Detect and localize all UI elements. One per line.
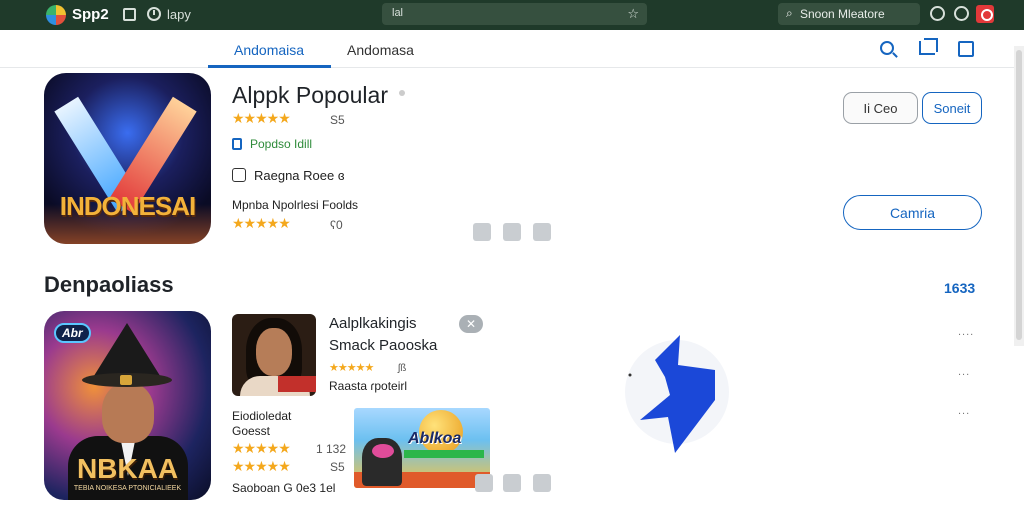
banner-title: Ablkoa bbox=[408, 430, 462, 447]
list-icon-text: NBKAA bbox=[76, 453, 179, 484]
list-sub-stars-1: ★★★★★ bbox=[232, 440, 291, 456]
featured-sub-label: Mpnba Npolrlesi Foolds bbox=[232, 198, 359, 212]
icon-face bbox=[102, 383, 154, 443]
active-tab-indicator bbox=[208, 65, 331, 68]
square-icon[interactable] bbox=[958, 41, 974, 57]
flag-icon[interactable] bbox=[533, 223, 551, 241]
more-options-icon[interactable]: .... bbox=[958, 326, 974, 338]
icon-pill: Abr bbox=[54, 323, 91, 343]
address-text: lal bbox=[392, 7, 404, 19]
close-icon[interactable]: ✕ bbox=[459, 315, 483, 333]
search-button[interactable]: Soneit bbox=[922, 92, 982, 124]
refresh-icon[interactable] bbox=[954, 6, 969, 21]
tag-icon bbox=[232, 138, 242, 150]
featured-app-icon[interactable]: INDONESAI bbox=[44, 73, 211, 244]
crop-icon[interactable] bbox=[919, 38, 938, 55]
popular-label: Popdso Idill bbox=[250, 137, 313, 151]
app-name: Spp2 bbox=[72, 6, 109, 23]
more-options-icon[interactable]: ... bbox=[958, 366, 970, 378]
featured-rating-stars: ★★★★★ bbox=[232, 110, 291, 126]
top-bar: Spp2 lapy lal ☆ ⌕ Snoon Mleatore bbox=[0, 0, 1024, 30]
featured-sub-stars: ★★★★★ bbox=[232, 215, 291, 231]
account-icon[interactable] bbox=[930, 6, 945, 21]
address-bar[interactable]: lal ☆ bbox=[382, 3, 647, 25]
logo-dot bbox=[628, 373, 632, 377]
share-icon[interactable] bbox=[475, 474, 493, 492]
list-icon-caption: TEBIA NOIKESA PTONICIALIEEK bbox=[73, 485, 182, 492]
history-icon[interactable] bbox=[147, 7, 161, 21]
list-sub-title: Eiodioledat bbox=[232, 409, 292, 423]
sub-navigation: Andomaisa Andomasa bbox=[0, 30, 1024, 68]
featured-icon-text: INDONESAI bbox=[59, 191, 196, 221]
list-rating-label: Raasta ɾpoteirl bbox=[329, 379, 408, 393]
bookmark-icon[interactable] bbox=[503, 223, 521, 241]
checkbox-icon[interactable] bbox=[232, 168, 246, 182]
title-mark-icon bbox=[399, 90, 405, 96]
game-banner[interactable]: Ablkoa bbox=[354, 408, 490, 488]
share-icon[interactable] bbox=[473, 223, 491, 241]
tab-andomasa[interactable]: Andomasa bbox=[347, 42, 414, 58]
scrollbar[interactable] bbox=[1014, 46, 1024, 346]
list-sub-label: Goesst bbox=[232, 424, 271, 438]
banner-ribbon bbox=[404, 450, 484, 458]
list-sub-rating-1: 1 132 bbox=[316, 442, 347, 456]
featured-rating-value: S5 bbox=[330, 113, 345, 127]
list-app-subtitle: Smack Paooska bbox=[329, 337, 438, 354]
notification-icon[interactable] bbox=[976, 5, 994, 23]
section-title: Denpaoliass bbox=[44, 272, 174, 297]
window-icon[interactable] bbox=[123, 8, 136, 21]
list-footer-label: Saoboan G 0e3 1el bbox=[232, 481, 336, 495]
portrait-strip bbox=[278, 376, 316, 392]
portrait-thumbnail[interactable] bbox=[232, 314, 316, 396]
list-rating-value: ʃß bbox=[398, 363, 407, 374]
top-search-text: Snoon Mleatore bbox=[800, 7, 885, 21]
close-button[interactable]: Ii Ceo bbox=[843, 92, 918, 124]
banner-character-accent bbox=[372, 444, 394, 458]
search-icon: ⌕ bbox=[786, 6, 793, 20]
featured-sub-rating: ʕ0 bbox=[330, 218, 343, 232]
flag-icon[interactable] bbox=[533, 474, 551, 492]
top-search-field[interactable]: ⌕ Snoon Mleatore bbox=[778, 3, 920, 25]
bookmark-icon[interactable]: ☆ bbox=[627, 6, 639, 22]
list-app-icon[interactable]: Abr NBKAA TEBIA NOIKESA PTONICIALIEEK bbox=[44, 311, 211, 500]
list-sub-stars-2: ★★★★★ bbox=[232, 458, 291, 474]
list-app-title[interactable]: Aalplkakingis bbox=[329, 315, 417, 332]
icon-badge bbox=[120, 375, 132, 385]
portrait-face bbox=[256, 328, 292, 376]
scrollbar-thumb[interactable] bbox=[1016, 50, 1022, 340]
more-options-icon[interactable]: ... bbox=[958, 405, 970, 417]
search-icon[interactable] bbox=[880, 41, 894, 55]
section-count-link[interactable]: 1633 bbox=[944, 280, 975, 296]
featured-app-title[interactable]: Alppk Popoular bbox=[232, 82, 388, 109]
list-sub-rating-2: S5 bbox=[330, 460, 345, 474]
tab-andomaisa[interactable]: Andomaisa bbox=[234, 42, 304, 58]
app-logo-icon[interactable] bbox=[46, 5, 66, 25]
range-label: Raegna Roee ɞ bbox=[254, 168, 345, 183]
bookmark-icon[interactable] bbox=[503, 474, 521, 492]
tab-label[interactable]: lapy bbox=[167, 7, 191, 22]
list-rating-stars: ★★★★★ bbox=[329, 362, 374, 374]
camera-button[interactable]: Camria bbox=[843, 195, 982, 230]
brand-logo-icon bbox=[625, 335, 729, 453]
